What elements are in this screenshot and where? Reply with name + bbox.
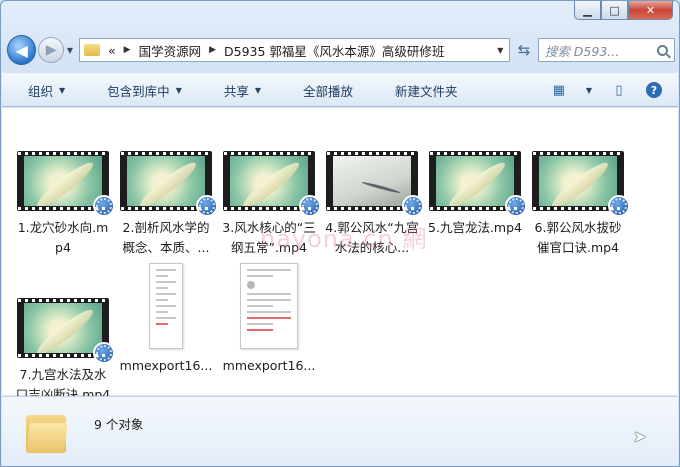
file-name: 6.郭公风水拔砂催官口诀.mp4 <box>534 220 622 255</box>
video-thumbnail <box>223 151 321 217</box>
play-all-button[interactable]: 全部播放 <box>277 81 369 100</box>
forward-arrow-icon: ▶ <box>45 42 57 58</box>
breadcrumb-item-parent[interactable]: 国学资源网 <box>139 41 202 60</box>
toolbar-right: ▦ ▼ ▯ ? <box>550 82 678 98</box>
file-item[interactable]: 5.九宫龙法.mp4 <box>426 151 527 238</box>
file-item[interactable]: 1.龙穴砂水向.mp4 <box>14 151 115 258</box>
mouse-cursor-icon: ➤ <box>633 427 647 446</box>
item-count: 9 个对象 <box>94 417 144 432</box>
chevron-down-icon: ▼ <box>59 85 66 95</box>
file-item[interactable]: mmexport16... <box>117 263 215 376</box>
file-name: 2.剖析风水学的概念、本质、... <box>122 220 210 255</box>
navigation-bar: ◀ ▶ ▼ « ▶ 国学资源网 ▶ D5935 郭福星《风水本源》高级研修班 ▼… <box>7 33 676 67</box>
media-player-icon <box>93 195 115 217</box>
media-player-icon <box>402 195 424 217</box>
address-dropdown-icon[interactable]: ▼ <box>497 46 505 55</box>
maximize-button[interactable]: □ <box>601 1 628 20</box>
file-name: mmexport16... <box>119 358 213 373</box>
video-thumbnail <box>429 151 527 217</box>
search-icon[interactable] <box>657 44 669 56</box>
close-button[interactable]: ✕ <box>628 1 673 20</box>
media-player-icon <box>608 195 630 217</box>
breadcrumb-overflow[interactable]: « <box>108 43 116 58</box>
video-thumbnail <box>120 151 218 217</box>
file-name: 1.龙穴砂水向.mp4 <box>17 220 109 255</box>
explorer-window: ▁ □ ✕ ◀ ▶ ▼ « ▶ 国学资源网 ▶ D5935 郭福星《风水本源》高… <box>0 0 680 467</box>
folder-icon <box>26 411 68 453</box>
help-icon[interactable]: ? <box>646 82 662 98</box>
share-label: 共享 <box>223 83 249 99</box>
breadcrumb-item-current[interactable]: D5935 郭福星《风水本源》高级研修班 <box>224 41 444 60</box>
video-thumbnail <box>532 151 630 217</box>
image-thumbnail <box>149 263 183 349</box>
new-folder-label: 新建文件夹 <box>395 83 458 99</box>
command-bar: 组织 ▼ 包含到库中 ▼ 共享 ▼ 全部播放 新建文件夹 ▦ ▼ ▯ ? <box>2 73 678 107</box>
search-input[interactable]: 搜索 D593... <box>537 38 676 62</box>
media-player-icon <box>196 195 218 217</box>
new-folder-button[interactable]: 新建文件夹 <box>369 81 474 100</box>
include-in-library-menu[interactable]: 包含到库中 ▼ <box>81 81 198 100</box>
video-thumbnail <box>17 298 115 364</box>
view-options-icon[interactable]: ▦ <box>550 82 568 98</box>
file-item[interactable]: 2.剖析风水学的概念、本质、... <box>117 151 218 258</box>
address-bar[interactable]: « ▶ 国学资源网 ▶ D5935 郭福星《风水本源》高级研修班 ▼ <box>79 38 511 62</box>
view-dropdown-icon[interactable]: ▼ <box>586 86 592 95</box>
search-placeholder: 搜索 D593... <box>544 43 620 59</box>
chevron-down-icon: ▼ <box>254 85 262 95</box>
breadcrumb-separator-icon[interactable]: ▶ <box>209 45 216 55</box>
file-item[interactable]: mmexport16... <box>220 263 318 376</box>
chevron-down-icon: ▼ <box>175 85 182 95</box>
back-arrow-icon: ◀ <box>15 40 28 60</box>
media-player-icon <box>299 195 321 217</box>
media-player-icon <box>93 342 115 364</box>
minimize-button[interactable]: ▁ <box>574 1 601 20</box>
image-thumbnail <box>240 263 298 349</box>
file-name: mmexport16... <box>222 358 316 373</box>
file-name: 5.九宫龙法.mp4 <box>428 220 522 235</box>
folder-icon <box>84 44 100 56</box>
refresh-button[interactable]: ⇆ <box>512 38 535 62</box>
organize-label: 组织 <box>28 83 54 99</box>
file-item[interactable]: 6.郭公风水拔砂催官口诀.mp4 <box>529 151 630 258</box>
video-thumbnail <box>326 151 424 217</box>
organize-menu[interactable]: 组织 ▼ <box>2 81 81 100</box>
breadcrumb-separator-icon[interactable]: ▶ <box>124 45 131 55</box>
details-pane: 9 个对象 ➤ <box>2 396 678 466</box>
file-name: 3.风水核心的“三纲五常”.mp4 <box>222 220 316 255</box>
file-item[interactable]: 3.风水核心的“三纲五常”.mp4 <box>220 151 321 258</box>
share-menu[interactable]: 共享 ▼ <box>198 81 277 100</box>
caption-buttons: ▁ □ ✕ <box>574 1 673 20</box>
file-name: 4.郭公风水“九宫水法的核心... <box>325 220 419 255</box>
video-thumbnail <box>17 151 115 217</box>
preview-pane-icon[interactable]: ▯ <box>610 82 628 98</box>
file-item[interactable]: 4.郭公风水“九宫水法的核心... <box>323 151 424 258</box>
play-all-label: 全部播放 <box>303 83 354 99</box>
file-list: 1.龙穴砂水向.mp4 2.剖析风水学的概念、本质、... 3.风水核心的“三纲… <box>2 108 678 402</box>
back-button[interactable]: ◀ <box>7 35 37 65</box>
recent-pages-dropdown-icon[interactable]: ▼ <box>67 46 73 55</box>
file-item[interactable]: 7.九宫水法及水口吉凶断诀.mp4 <box>14 298 115 405</box>
refresh-icon: ⇆ <box>517 41 531 59</box>
include-in-library-label: 包含到库中 <box>107 83 170 99</box>
forward-button[interactable]: ▶ <box>38 37 64 63</box>
media-player-icon <box>505 195 527 217</box>
